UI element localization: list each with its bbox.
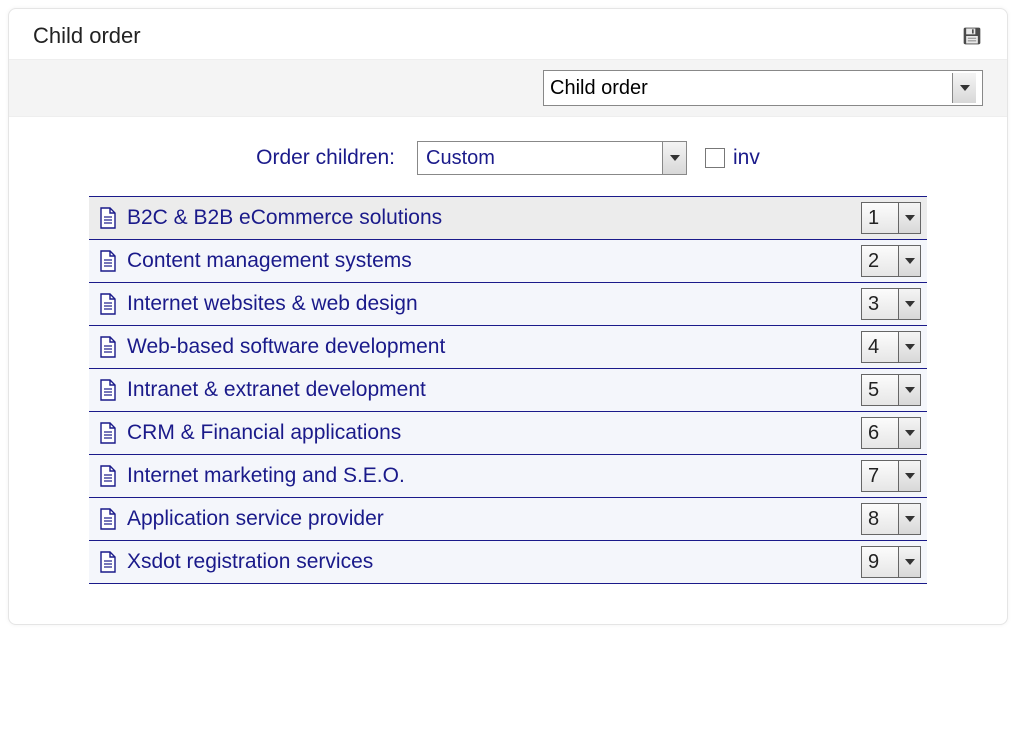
invert-checkbox[interactable] — [705, 148, 725, 168]
order-position-value: 2 — [868, 250, 879, 273]
chevron-down-icon — [898, 375, 920, 405]
order-position-value: 1 — [868, 207, 879, 230]
invert-label: inv — [733, 146, 760, 170]
document-icon — [99, 422, 117, 444]
order-position-select[interactable]: 2 — [861, 245, 921, 277]
order-mode-value: Custom — [426, 147, 495, 170]
list-item-link[interactable]: Internet marketing and S.E.O. — [89, 464, 861, 488]
document-icon — [99, 250, 117, 272]
list-item-link[interactable]: Intranet & extranet development — [89, 378, 861, 402]
chevron-down-icon — [898, 246, 920, 276]
order-position-value: 6 — [868, 422, 879, 445]
order-controls: Order children: Custom inv — [9, 117, 1007, 187]
order-position-value: 3 — [868, 293, 879, 316]
chevron-down-icon — [898, 504, 920, 534]
list-item: Application service provider 8 — [89, 497, 927, 541]
list-item: Web-based software development 4 — [89, 325, 927, 369]
floppy-disk-icon — [962, 26, 982, 46]
list-item: Internet marketing and S.E.O. 7 — [89, 454, 927, 498]
save-button[interactable] — [961, 25, 983, 47]
panel-title: Child order — [33, 23, 141, 49]
order-position-select[interactable]: 5 — [861, 374, 921, 406]
document-icon — [99, 207, 117, 229]
order-position-select[interactable]: 9 — [861, 546, 921, 578]
filter-bar: Child order — [9, 59, 1007, 117]
order-position-value: 9 — [868, 551, 879, 574]
order-position-value: 8 — [868, 508, 879, 531]
list-item-label: Internet websites & web design — [127, 292, 418, 316]
panel-header: Child order — [9, 9, 1007, 59]
list-item-link[interactable]: Internet websites & web design — [89, 292, 861, 316]
order-position-select[interactable]: 1 — [861, 202, 921, 234]
list-item-label: Web-based software development — [127, 335, 445, 359]
chevron-down-icon — [898, 461, 920, 491]
view-select-value: Child order — [550, 77, 648, 100]
order-mode-select[interactable]: Custom — [417, 141, 687, 175]
child-order-panel: Child order Child order Order children: … — [8, 8, 1008, 625]
list-item-label: B2C & B2B eCommerce solutions — [127, 206, 442, 230]
children-list: B2C & B2B eCommerce solutions 1 Content ma… — [9, 187, 1007, 584]
list-item-link[interactable]: Content management systems — [89, 249, 861, 273]
order-position-select[interactable]: 6 — [861, 417, 921, 449]
order-position-select[interactable]: 4 — [861, 331, 921, 363]
document-icon — [99, 508, 117, 530]
chevron-down-icon — [898, 418, 920, 448]
document-icon — [99, 379, 117, 401]
chevron-down-icon — [898, 289, 920, 319]
chevron-down-icon — [662, 142, 686, 174]
list-item-link[interactable]: Web-based software development — [89, 335, 861, 359]
document-icon — [99, 551, 117, 573]
list-item: Content management systems 2 — [89, 239, 927, 283]
chevron-down-icon — [952, 73, 976, 103]
list-item-link[interactable]: B2C & B2B eCommerce solutions — [89, 206, 861, 230]
order-children-label: Order children: — [256, 146, 395, 170]
order-position-value: 7 — [868, 465, 879, 488]
list-item-label: Content management systems — [127, 249, 412, 273]
order-position-select[interactable]: 8 — [861, 503, 921, 535]
list-item-label: CRM & Financial applications — [127, 421, 401, 445]
list-item: Xsdot registration services 9 — [89, 540, 927, 584]
document-icon — [99, 293, 117, 315]
view-select[interactable]: Child order — [543, 70, 983, 106]
chevron-down-icon — [898, 332, 920, 362]
order-position-value: 4 — [868, 336, 879, 359]
chevron-down-icon — [898, 203, 920, 233]
list-item: B2C & B2B eCommerce solutions 1 — [89, 196, 927, 240]
list-item: Internet websites & web design 3 — [89, 282, 927, 326]
list-item-link[interactable]: CRM & Financial applications — [89, 421, 861, 445]
list-item-label: Application service provider — [127, 507, 384, 531]
invert-toggle: inv — [705, 146, 760, 170]
order-position-value: 5 — [868, 379, 879, 402]
list-item-link[interactable]: Xsdot registration services — [89, 550, 861, 574]
list-item-label: Xsdot registration services — [127, 550, 373, 574]
document-icon — [99, 465, 117, 487]
order-position-select[interactable]: 3 — [861, 288, 921, 320]
list-item: CRM & Financial applications 6 — [89, 411, 927, 455]
order-position-select[interactable]: 7 — [861, 460, 921, 492]
list-item-link[interactable]: Application service provider — [89, 507, 861, 531]
chevron-down-icon — [898, 547, 920, 577]
list-item: Intranet & extranet development 5 — [89, 368, 927, 412]
list-item-label: Intranet & extranet development — [127, 378, 426, 402]
list-item-label: Internet marketing and S.E.O. — [127, 464, 405, 488]
document-icon — [99, 336, 117, 358]
